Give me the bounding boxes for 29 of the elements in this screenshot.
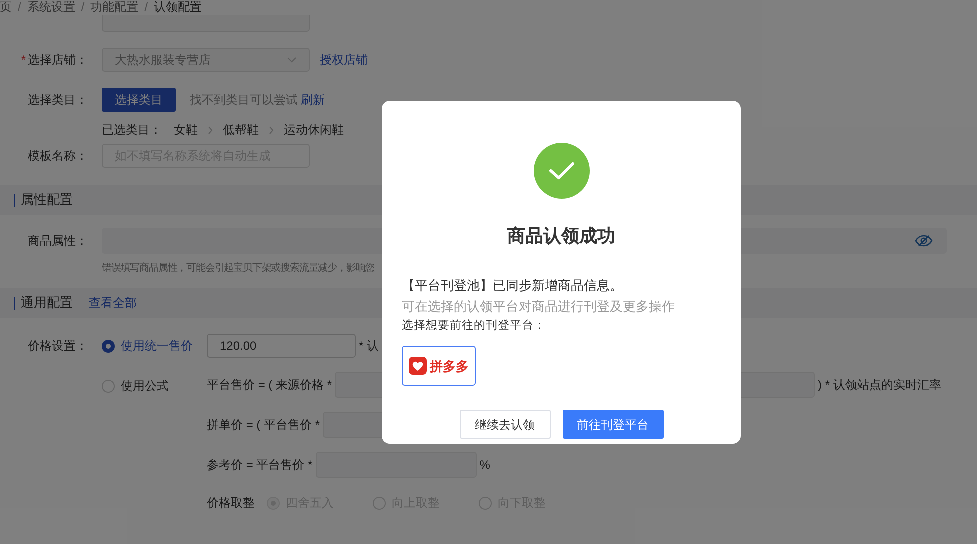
- breadcrumb-separator: /: [18, 0, 22, 16]
- price-note: * 认: [359, 338, 380, 355]
- category-hint: 找不到类目可以尝试: [190, 92, 298, 109]
- category-path-item: 运动休闲鞋: [284, 122, 344, 139]
- section-title: 属性配置: [21, 191, 73, 210]
- category-path-item: 低帮鞋: [223, 122, 259, 139]
- field-label: 选择类目：: [28, 92, 88, 109]
- breadcrumb-separator: /: [144, 0, 148, 16]
- dialog-message: 【平台刊登池】已同步新增商品信息。: [402, 277, 624, 295]
- formula-label: 平台售价 = ( 来源价格 *: [207, 377, 332, 394]
- field-label: 模板名称：: [28, 148, 88, 165]
- category-path-item: 女鞋: [174, 122, 198, 139]
- field-label: 商品属性：: [28, 233, 88, 250]
- section-title: 通用配置: [21, 294, 73, 312]
- formula-suffix: ) * 认领站点的实时汇率: [818, 377, 942, 394]
- formula-suffix: %: [480, 457, 490, 474]
- selected-category-label: 已选类目：: [102, 122, 162, 139]
- formula-label: 参考价 = 平台售价 *: [207, 457, 313, 474]
- required-mark: *: [21, 52, 26, 69]
- field-label: 价格设置：: [28, 338, 88, 355]
- formula-label: 拼单价 = ( 平台售价 *: [207, 417, 320, 434]
- dialog-note: 可在选择的认领平台对商品进行刊登及更多操作: [402, 298, 676, 316]
- dialog-title: 商品认领成功: [508, 225, 616, 248]
- attribute-hint: 错误填写商品属性，可能会引起宝贝下架或搜索流量减少，影响您: [102, 262, 375, 276]
- dialog-prompt: 选择想要前往的刊登平台：: [402, 318, 547, 334]
- field-label: 选择店铺：: [28, 52, 88, 69]
- platform-name: 拼多多: [430, 358, 469, 376]
- field-label: 价格取整: [207, 495, 255, 512]
- breadcrumb-separator: /: [81, 0, 85, 16]
